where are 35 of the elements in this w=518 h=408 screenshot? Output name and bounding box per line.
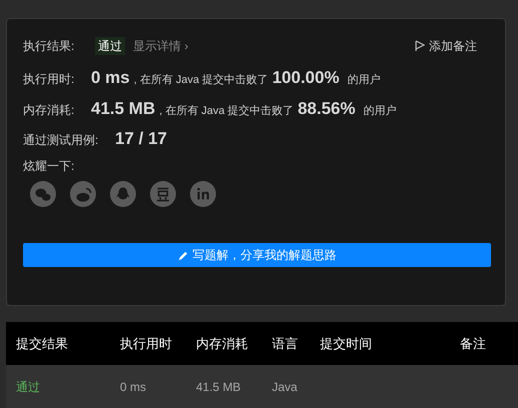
flag-icon <box>415 40 425 52</box>
stat-text: , 在所有 Java 提交中击败了 <box>134 72 268 88</box>
add-note-button[interactable]: 添加备注 <box>415 37 477 55</box>
status-badge: 通过 <box>95 37 125 55</box>
table-cell: 通过 <box>16 380 40 394</box>
write-solution-button[interactable]: 写题解，分享我的解题思路 <box>23 243 491 267</box>
weibo-share-icon[interactable] <box>70 181 96 207</box>
column-header: 提交结果 <box>16 334 69 353</box>
column-header: 语言 <box>272 334 299 353</box>
douban-share-icon[interactable] <box>150 181 176 207</box>
stat-value: 41.5 MB <box>91 98 156 120</box>
stat-value: 0 ms <box>91 67 130 89</box>
column-header: 提交时间 <box>320 334 373 353</box>
stat-suffix: 的用户 <box>347 72 380 88</box>
tests-value: 17 / 17 <box>115 128 167 150</box>
table-cell: 41.5 MB <box>196 380 241 394</box>
stat-label: 执行用时: <box>23 71 76 88</box>
stat-suffix: 的用户 <box>363 104 396 119</box>
linkedin-share-icon[interactable] <box>190 181 216 207</box>
column-header: 备注 <box>459 334 487 353</box>
stat-label: 内存消耗: <box>23 102 76 119</box>
tests-label: 通过测试用例: <box>23 132 100 149</box>
column-header: 内存消耗 <box>196 334 249 353</box>
table-cell: Java <box>272 380 298 394</box>
result-label: 执行结果: <box>23 38 76 55</box>
column-header: 执行用时 <box>120 334 173 353</box>
qq-share-icon[interactable] <box>110 181 136 207</box>
pencil-icon <box>178 250 188 260</box>
stat-percent: 88.56% <box>298 98 356 120</box>
wechat-share-icon[interactable] <box>30 181 56 207</box>
details-link[interactable]: 显示详情 › <box>133 37 188 55</box>
table-cell: 0 ms <box>120 380 146 394</box>
stat-percent: 100.00% <box>272 67 340 89</box>
share-label: 炫耀一下: <box>23 158 76 175</box>
stat-text: , 在所有 Java 提交中击败了 <box>159 104 294 119</box>
